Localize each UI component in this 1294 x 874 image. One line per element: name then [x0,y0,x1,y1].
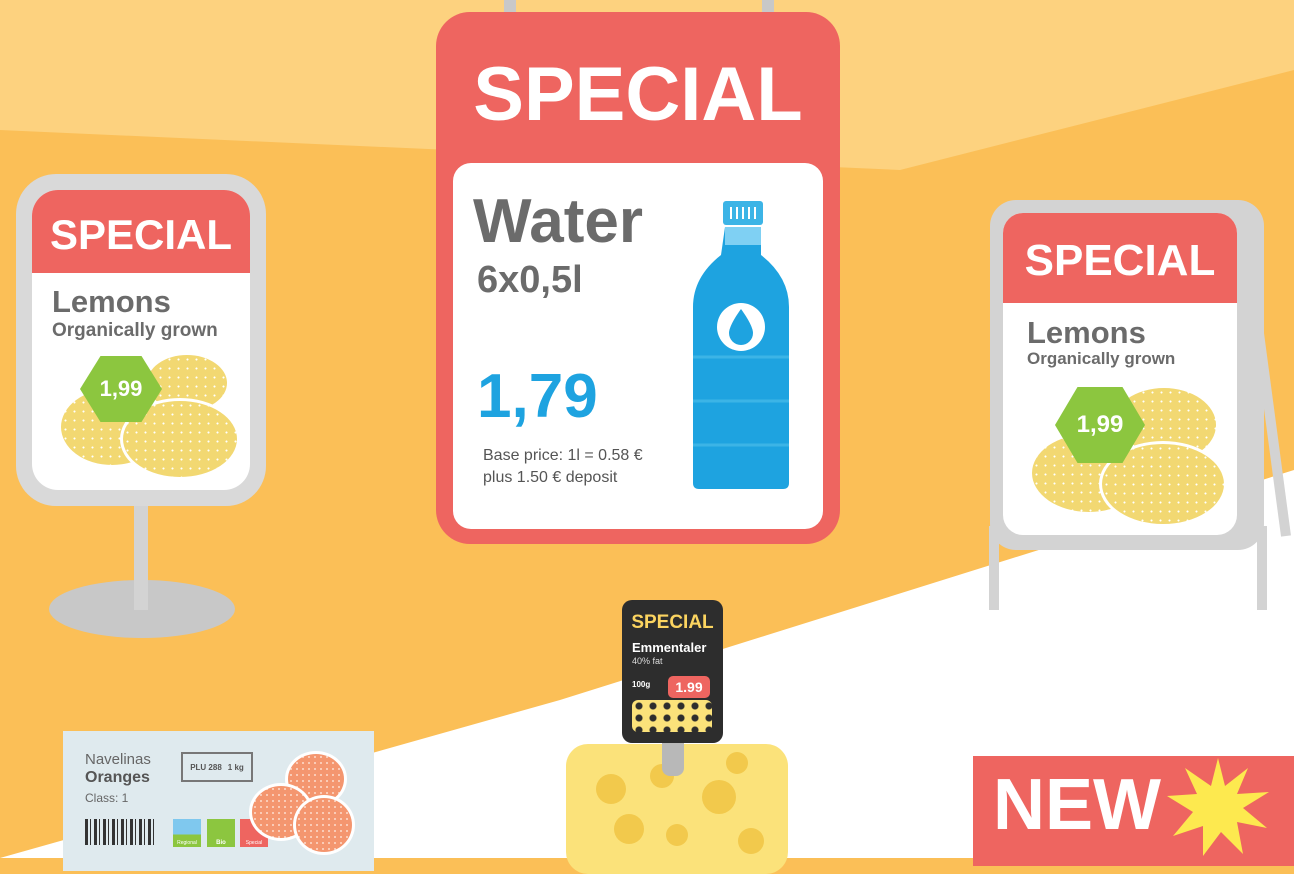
special-banner: SPECIAL [473,52,803,137]
stand-pole [134,500,148,610]
starburst-icon [1167,758,1269,856]
orange-image [293,795,355,855]
cheese-hole [702,780,736,814]
deposit-note: plus 1.50 € deposit [483,469,618,486]
class: Class: 1 [85,791,129,805]
price: 1,79 [477,362,598,431]
right-sign: SPECIAL Lemons Organically grown 1,99 [1003,213,1237,535]
product-subtitle: Organically grown [52,320,218,341]
plu-code: PLU 288 [190,762,222,772]
water-drop-icon [729,309,753,345]
product-title: Lemons [52,284,171,319]
product-subtitle: Organically grown [1027,349,1176,368]
barcode-icon [85,819,157,845]
cheese-hole [726,752,748,774]
product-size: 6x0,5l [477,259,583,301]
oranges-label: Navelinas Oranges Class: 1 PLU 288 1 kg R… [63,731,374,871]
bio-leaf-icon: Bio [207,819,235,847]
weight: 100g [632,680,651,689]
cheese-icon [632,700,712,732]
cheese-hole [596,774,626,804]
unit: 1 kg [227,762,244,772]
variety: Navelinas [85,751,151,768]
special-banner: SPECIAL [1003,213,1237,303]
new-label: NEW [993,765,1161,845]
water-bottle-icon [693,201,789,489]
product-title: Oranges [85,769,150,786]
regional-badge-icon: Regional [173,819,201,847]
special-banner: SPECIAL [32,190,250,273]
product-title: Emmentaler [632,640,707,655]
cheese-hole [666,824,688,846]
special-banner: SPECIAL [631,612,714,633]
fat-content: 40% fat [632,656,663,666]
cheese-hole [614,814,644,844]
price: 1.99 [668,676,710,698]
new-banner: NEW [973,756,1294,866]
cheese-price-tag: SPECIAL Emmentaler 40% fat 100g 1.99 [622,600,723,743]
product-title: Lemons [1027,315,1146,350]
plu-box: PLU 288 1 kg [181,752,253,782]
left-sign: SPECIAL Lemons Organically grown 1,99 [32,190,250,490]
cheese-hole [738,828,764,854]
base-price: Base price: 1l = 0.58 € [483,447,643,464]
product-title: Water [473,187,643,256]
water-sign: Water 6x0,5l 1,79 Base price: 1l = 0.58 … [453,163,823,529]
